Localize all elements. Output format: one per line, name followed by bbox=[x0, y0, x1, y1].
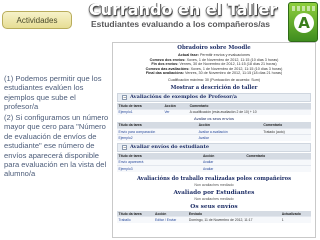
table-row: Envío para comparación Avaliar a avaliac… bbox=[117, 127, 311, 135]
my-submissions-heading: Os seus envíos bbox=[190, 203, 238, 210]
cell-action[interactable]: Avaliar bbox=[201, 165, 245, 172]
cell-updated: 1 bbox=[280, 216, 311, 223]
date-line: Final das avaliacións: Venres, 30 de Nov… bbox=[145, 71, 283, 76]
cell-action[interactable]: Avaliar bbox=[201, 158, 245, 166]
table-row: Envío aparecerá Avaliar bbox=[117, 158, 311, 166]
page-title: Currando en el Taller bbox=[88, 0, 278, 19]
cell-title[interactable]: Envío aparecerá bbox=[117, 158, 202, 166]
submissions-table: Título de tarea Acción Comentario Envío … bbox=[117, 152, 311, 172]
moodle-screenshot-panel: Obradoiro sobre Moodle Actual fase: Perm… bbox=[112, 42, 316, 238]
collapse-icon[interactable]: − bbox=[122, 144, 127, 150]
logo-letter: A bbox=[294, 13, 314, 33]
my-submissions-table: Título da tarea Acción Enviado Actualiza… bbox=[117, 210, 311, 223]
cell-title[interactable]: Ejemplo3 bbox=[117, 165, 202, 172]
grade-line: Cualificación máxima: 30 (Puntuación de … bbox=[167, 77, 261, 82]
dates-block: Actual fase: Permitir envíos y evaluacio… bbox=[113, 53, 315, 76]
student-submissions-label: Avaliar envíos do estudiante bbox=[130, 144, 210, 151]
student-examples-table: Título da tarea Acción Comentario Envío … bbox=[117, 122, 311, 141]
table-row: Ejemplo1 Ver A cualificación (esta avali… bbox=[117, 108, 311, 116]
cell-comment: A cualificación (esta avaliación 2 de 10… bbox=[188, 108, 311, 116]
cell-comment bbox=[261, 134, 311, 141]
cell-action[interactable]: Ver bbox=[162, 108, 189, 116]
peer-assessments-heading: Avaliacións do traballo realizadas polos… bbox=[136, 175, 291, 182]
logo-grid bbox=[292, 6, 316, 11]
actividades-tab[interactable]: Actividades bbox=[2, 11, 72, 29]
table-row: Ejemplo3 Avaliar bbox=[117, 165, 311, 172]
cell-title[interactable]: Ejemplo1 bbox=[117, 108, 163, 116]
cell-comment: Tratado (auto) bbox=[261, 127, 311, 135]
table-row: Traballo Editar / Enviar Domingo, 11 de … bbox=[117, 216, 311, 223]
panel-title: Obradoiro sobre Moodle bbox=[177, 45, 251, 51]
cell-action[interactable]: Editar / Enviar bbox=[153, 216, 188, 223]
student-submissions-bar[interactable]: − Avaliar envíos do estudiante bbox=[117, 142, 311, 152]
collapse-icon[interactable]: − bbox=[122, 94, 127, 100]
page-subtitle: Estudiantes evaluando a los compañeros/a… bbox=[90, 19, 271, 29]
note-2: (2) Si configuramos un número mayor que … bbox=[4, 113, 109, 179]
assessed-by-students-heading: Avaliado por Estudiantes bbox=[173, 189, 255, 196]
cell-title[interactable]: Envío para comparación bbox=[117, 127, 198, 135]
examples-section-label: Avaliacións de exemplos de Profesor/a bbox=[130, 94, 237, 101]
cell-title[interactable]: Traballo bbox=[117, 216, 154, 223]
cell-title[interactable]: Ejemplo2 bbox=[117, 134, 198, 141]
cell-action[interactable]: Avaliar a avaliación bbox=[197, 127, 262, 135]
assess-own-link[interactable]: Avaliar os seus envíos bbox=[113, 116, 315, 121]
assessed-by-students-empty: Non avaliaches mediado bbox=[194, 196, 234, 201]
cell-action[interactable]: Avaliar bbox=[197, 134, 262, 141]
examples-section-bar[interactable]: − Avaliacións de exemplos de Profesor/a bbox=[117, 92, 311, 102]
logo: A bbox=[288, 2, 318, 42]
show-description-link[interactable]: Mostrar a descrición do taller bbox=[113, 85, 315, 91]
examples-table: Título de tarea Acción Comentario Ejempl… bbox=[117, 102, 311, 116]
cell-sent: Domingo, 11 de Novembro de 2012, 11:17 bbox=[187, 216, 281, 223]
cell-comment bbox=[244, 158, 311, 166]
table-row: Ejemplo2 Avaliar bbox=[117, 134, 311, 141]
cell-comment bbox=[244, 165, 311, 172]
peer-assessments-empty: Non avaliaches mediado bbox=[194, 182, 234, 187]
note-1: (1) Podemos permitir que los estudiantes… bbox=[4, 74, 102, 112]
